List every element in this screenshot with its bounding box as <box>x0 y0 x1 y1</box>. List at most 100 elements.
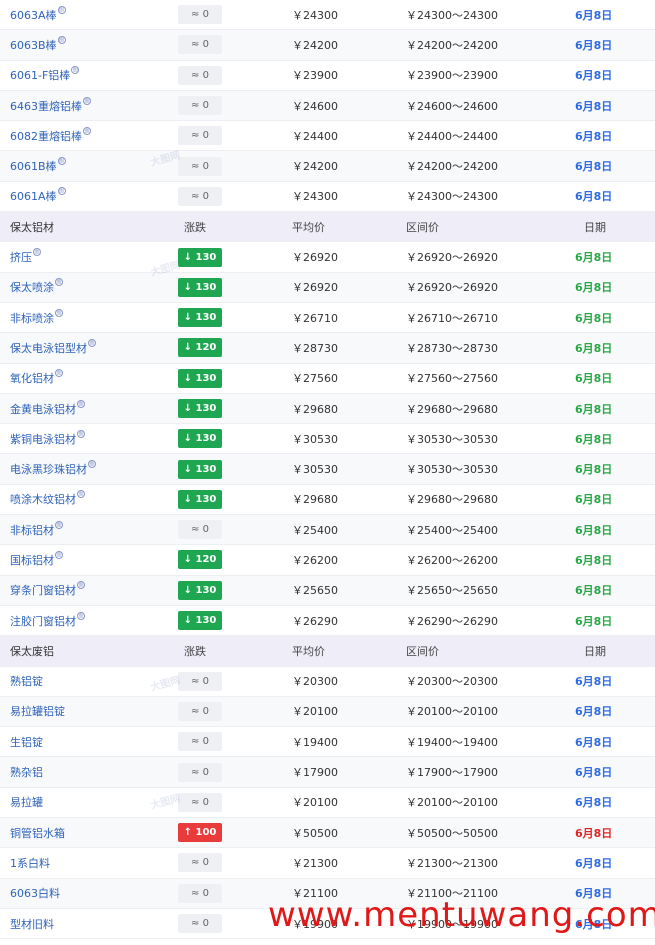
product-name: 生铝锭 <box>10 735 43 749</box>
table-row: 国标铝材 ↓ 120 ￥26200 ￥26200～26200 6月8日 <box>0 545 655 576</box>
product-name-link[interactable]: 金黄电泳铝材 <box>10 394 180 423</box>
price-range: ￥25650～25650 <box>406 584 498 598</box>
average-price: ￥25400 <box>292 523 338 537</box>
product-name-link[interactable]: 6063白料 <box>10 879 180 908</box>
product-name-link[interactable]: 6061B棒 <box>10 151 180 180</box>
table-row: 紫铜电泳铝材 ↓ 130 ￥30530 ￥30530～30530 6月8日 <box>0 424 655 455</box>
chart-icon[interactable] <box>57 5 66 14</box>
average-price: ￥21300 <box>292 856 338 870</box>
price-range: ￥30530～30530 <box>406 463 498 477</box>
chart-icon[interactable] <box>77 581 85 590</box>
chart-icon[interactable] <box>55 369 63 378</box>
product-name-link[interactable]: 非标铝材 <box>10 515 180 544</box>
average-price: ￥24200 <box>292 160 338 174</box>
product-name-link[interactable]: 1系白料 <box>10 848 180 877</box>
table-row: 保太电泳铝型材 ↓ 120 ￥28730 ￥28730～28730 6月8日 <box>0 333 655 364</box>
product-name-link[interactable]: 注胶门窗铝材 <box>10 606 180 635</box>
change-cell: ≈ 0 <box>178 121 222 150</box>
product-name-link[interactable]: 6463重熔铝棒 <box>10 91 180 120</box>
section-header: 保太铝材 涨跌 平均价 区间价 日期 <box>0 212 655 243</box>
product-name: 1系白料 <box>10 856 50 870</box>
change-badge: ↓ 130 <box>178 459 222 479</box>
product-name: 金黄电泳铝材 <box>10 402 76 416</box>
product-name-link[interactable]: 铜管铝水箱 <box>10 818 180 847</box>
chart-icon[interactable] <box>55 308 63 317</box>
change-badge: ≈ 0 <box>178 186 222 206</box>
product-name-link[interactable]: 6063A棒 <box>10 0 180 29</box>
product-name-link[interactable]: 易拉罐 <box>10 788 180 817</box>
product-name: 6463重熔铝棒 <box>10 99 82 113</box>
product-name-link[interactable]: 6082重熔铝棒 <box>10 121 180 150</box>
date: 6月8日 <box>575 463 613 477</box>
average-price: ￥30530 <box>292 463 338 477</box>
average-price: ￥26200 <box>292 553 338 567</box>
product-name: 非标喷涂 <box>10 311 54 325</box>
product-name-link[interactable]: 保太喷涂 <box>10 273 180 302</box>
chart-icon[interactable] <box>55 520 63 529</box>
table-row: 6082重熔铝棒 ≈ 0 ￥24400 ￥24400～24400 6月8日 <box>0 121 655 152</box>
product-name-link[interactable]: 6061-F铝棒 <box>10 61 180 90</box>
chart-icon[interactable] <box>57 157 66 166</box>
product-name-link[interactable]: 型材旧料 <box>10 909 180 938</box>
product-name-link[interactable]: 6061A棒 <box>10 182 180 211</box>
change-cell: ↓ 130 <box>178 424 222 453</box>
table-row: 6061-F铝棒 ≈ 0 ￥23900 ￥23900～23900 6月8日 <box>0 61 655 91</box>
price-range: ￥26200～26200 <box>406 553 498 567</box>
product-name: 紫铜电泳铝材 <box>10 432 76 446</box>
date: 6月8日 <box>575 553 613 567</box>
product-name-link[interactable]: 6063B棒 <box>10 30 180 59</box>
chart-icon[interactable] <box>55 278 63 287</box>
product-name-link[interactable]: 熟铝锭 <box>10 667 180 696</box>
change-badge: ≈ 0 <box>178 520 222 540</box>
chart-icon[interactable] <box>71 66 80 75</box>
chart-icon[interactable] <box>57 35 66 44</box>
chart-icon[interactable] <box>77 611 85 620</box>
chart-icon[interactable] <box>77 429 85 438</box>
chart-icon[interactable] <box>88 338 96 347</box>
change-cell: ≈ 0 <box>178 909 222 938</box>
chart-icon[interactable] <box>77 399 85 408</box>
chart-icon[interactable] <box>57 187 66 196</box>
product-name-link[interactable]: 非标喷涂 <box>10 303 180 332</box>
table-row: 氧化铝材 ↓ 130 ￥27560 ￥27560～27560 6月8日 <box>0 364 655 394</box>
chart-icon[interactable] <box>33 248 41 257</box>
date: 6月8日 <box>575 705 613 719</box>
average-price: ￥26290 <box>292 614 338 628</box>
product-name-link[interactable]: 国标铝材 <box>10 545 180 574</box>
chart-icon[interactable] <box>55 550 63 559</box>
product-name: 氧化铝材 <box>10 372 54 386</box>
product-name-link[interactable]: 保太电泳铝型材 <box>10 333 180 362</box>
product-name-link[interactable]: 熟杂铝 <box>10 757 180 786</box>
product-name-link[interactable]: 电泳黑珍珠铝材 <box>10 454 180 483</box>
product-name-link[interactable]: 易拉罐铝锭 <box>10 697 180 726</box>
column-header-date: 日期 <box>584 644 606 658</box>
date: 6月8日 <box>575 402 613 416</box>
table-row: 非标喷涂 ↓ 130 ￥26710 ￥26710～26710 6月8日 <box>0 303 655 334</box>
average-price: ￥29680 <box>292 493 338 507</box>
chart-icon[interactable] <box>83 126 91 135</box>
section-title: 保太废铝 <box>10 644 54 658</box>
product-name-link[interactable]: 生铝锭 <box>10 727 180 756</box>
product-name: 6061-F铝棒 <box>10 69 71 83</box>
change-cell: ≈ 0 <box>178 0 222 29</box>
product-name-link[interactable]: 挤压 <box>10 242 180 271</box>
chart-icon[interactable] <box>88 460 96 469</box>
product-name-link[interactable]: 穿条门窗铝材 <box>10 576 180 605</box>
chart-icon[interactable] <box>77 490 85 499</box>
product-name: 6063白料 <box>10 887 60 901</box>
change-cell: ↓ 130 <box>178 242 222 271</box>
date: 6月8日 <box>575 432 613 446</box>
product-name: 铜管铝水箱 <box>10 826 65 840</box>
column-header-range: 区间价 <box>406 644 439 658</box>
change-badge: ≈ 0 <box>178 701 222 721</box>
product-name-link[interactable]: 紫铜电泳铝材 <box>10 424 180 453</box>
date: 6月8日 <box>575 493 613 507</box>
change-badge: ↑ 100 <box>178 823 222 843</box>
average-price: ￥25650 <box>292 584 338 598</box>
chart-icon[interactable] <box>83 96 91 105</box>
product-name-link[interactable]: 氧化铝材 <box>10 364 180 393</box>
change-cell: ≈ 0 <box>178 182 222 211</box>
date: 6月8日 <box>575 341 613 355</box>
product-name-link[interactable]: 喷涂木纹铝材 <box>10 485 180 514</box>
price-range: ￥24600～24600 <box>406 99 498 113</box>
